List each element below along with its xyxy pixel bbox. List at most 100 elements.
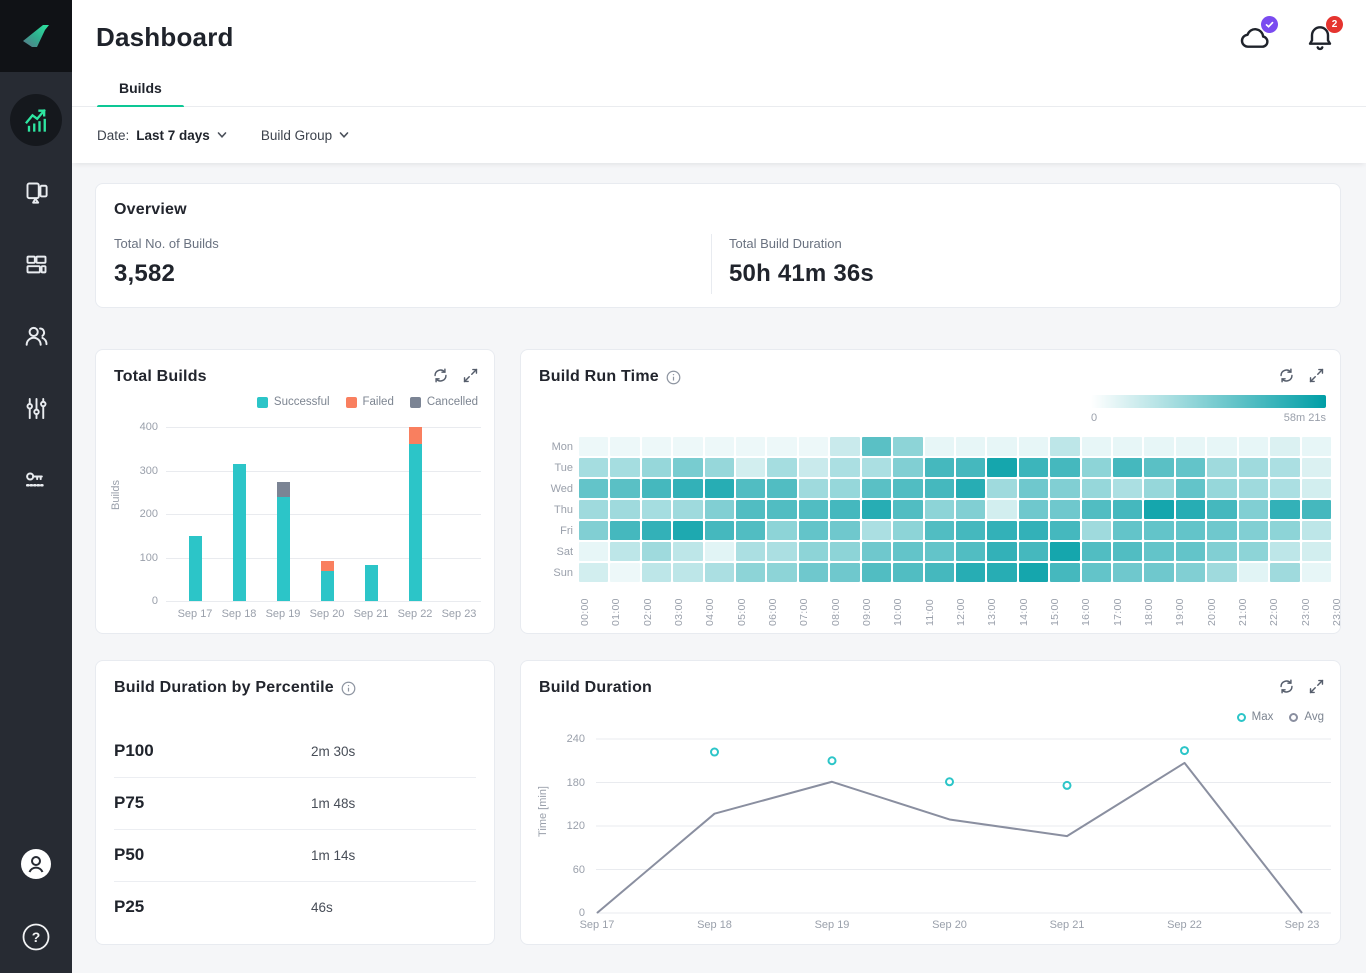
heatmap-cell-thu-10:00[interactable]: [893, 500, 922, 519]
heatmap-cell-mon-06:00[interactable]: [767, 437, 796, 456]
legend-item-failed[interactable]: Failed: [346, 396, 394, 408]
heatmap-cell-wed-12:00[interactable]: [956, 479, 985, 498]
heatmap-cell-sat-01:00[interactable]: [610, 542, 639, 561]
heatmap-cell-thu-21:00[interactable]: [1239, 500, 1268, 519]
info-icon[interactable]: [666, 370, 681, 385]
heatmap-cell-wed-21:00[interactable]: [1239, 479, 1268, 498]
heatmap-cell-fri-07:00[interactable]: [799, 521, 828, 540]
legend-item-successful[interactable]: Successful: [257, 396, 330, 408]
heatmap-cell-tue-07:00[interactable]: [799, 458, 828, 477]
sidebar-item-insights[interactable]: [10, 94, 62, 146]
heatmap-cell-mon-22:00[interactable]: [1270, 437, 1299, 456]
heatmap-cell-sun-23:00[interactable]: [1302, 563, 1331, 582]
heatmap-cell-thu-05:00[interactable]: [736, 500, 765, 519]
sidebar-item-organization[interactable]: [0, 310, 72, 362]
heatmap-cell-thu-23:00[interactable]: [1302, 500, 1331, 519]
heatmap-cell-sat-20:00[interactable]: [1207, 542, 1236, 561]
heatmap-cell-wed-18:00[interactable]: [1144, 479, 1173, 498]
app-logo[interactable]: [0, 0, 72, 72]
heatmap-cell-tue-10:00[interactable]: [893, 458, 922, 477]
heatmap-cell-tue-08:00[interactable]: [830, 458, 859, 477]
heatmap-cell-thu-12:00[interactable]: [956, 500, 985, 519]
heatmap-cell-sat-07:00[interactable]: [799, 542, 828, 561]
heatmap-cell-wed-15:00[interactable]: [1050, 479, 1079, 498]
heatmap-cell-mon-14:00[interactable]: [1019, 437, 1048, 456]
heatmap-cell-wed-04:00[interactable]: [705, 479, 734, 498]
heatmap-cell-sun-00:00[interactable]: [579, 563, 608, 582]
heatmap-cell-wed-03:00[interactable]: [673, 479, 702, 498]
heatmap-cell-wed-17:00[interactable]: [1113, 479, 1142, 498]
heatmap-cell-sun-03:00[interactable]: [673, 563, 702, 582]
heatmap-cell-thu-06:00[interactable]: [767, 500, 796, 519]
heatmap-cell-tue-01:00[interactable]: [610, 458, 639, 477]
heatmap-cell-thu-04:00[interactable]: [705, 500, 734, 519]
heatmap-cell-sun-17:00[interactable]: [1113, 563, 1142, 582]
heatmap-cell-sat-06:00[interactable]: [767, 542, 796, 561]
sidebar-item-add-ons[interactable]: [0, 238, 72, 290]
sync-status-button[interactable]: [1239, 22, 1271, 54]
heatmap-cell-fri-21:00[interactable]: [1239, 521, 1268, 540]
heatmap-cell-wed-23:00[interactable]: [1302, 479, 1331, 498]
heatmap-cell-sat-18:00[interactable]: [1144, 542, 1173, 561]
heatmap-cell-tue-13:00[interactable]: [987, 458, 1016, 477]
heatmap-cell-tue-17:00[interactable]: [1113, 458, 1142, 477]
heatmap-cell-fri-17:00[interactable]: [1113, 521, 1142, 540]
heatmap-cell-sat-21:00[interactable]: [1239, 542, 1268, 561]
sidebar-item-api-keys[interactable]: [0, 454, 72, 506]
heatmap-cell-sat-16:00[interactable]: [1082, 542, 1111, 561]
heatmap-cell-mon-07:00[interactable]: [799, 437, 828, 456]
heatmap-cell-fri-04:00[interactable]: [705, 521, 734, 540]
heatmap-cell-sun-06:00[interactable]: [767, 563, 796, 582]
heatmap-cell-mon-09:00[interactable]: [862, 437, 891, 456]
heatmap-cell-sat-03:00[interactable]: [673, 542, 702, 561]
expand-icon[interactable]: [462, 367, 479, 384]
heatmap-cell-sat-19:00[interactable]: [1176, 542, 1205, 561]
heatmap-cell-fri-02:00[interactable]: [642, 521, 671, 540]
heatmap-cell-wed-20:00[interactable]: [1207, 479, 1236, 498]
heatmap-cell-thu-13:00[interactable]: [987, 500, 1016, 519]
heatmap-cell-fri-05:00[interactable]: [736, 521, 765, 540]
heatmap-cell-fri-09:00[interactable]: [862, 521, 891, 540]
heatmap-cell-tue-15:00[interactable]: [1050, 458, 1079, 477]
heatmap-cell-mon-23:00[interactable]: [1302, 437, 1331, 456]
heatmap-cell-sat-14:00[interactable]: [1019, 542, 1048, 561]
heatmap-cell-sat-12:00[interactable]: [956, 542, 985, 561]
heatmap-cell-sat-22:00[interactable]: [1270, 542, 1299, 561]
heatmap-cell-sun-19:00[interactable]: [1176, 563, 1205, 582]
heatmap-cell-tue-14:00[interactable]: [1019, 458, 1048, 477]
heatmap-cell-sat-13:00[interactable]: [987, 542, 1016, 561]
heatmap-cell-fri-06:00[interactable]: [767, 521, 796, 540]
heatmap-cell-thu-22:00[interactable]: [1270, 500, 1299, 519]
heatmap-cell-fri-01:00[interactable]: [610, 521, 639, 540]
heatmap-cell-sun-01:00[interactable]: [610, 563, 639, 582]
heatmap-cell-fri-16:00[interactable]: [1082, 521, 1111, 540]
heatmap-cell-sun-02:00[interactable]: [642, 563, 671, 582]
max-data-point[interactable]: [829, 757, 836, 764]
heatmap-cell-mon-15:00[interactable]: [1050, 437, 1079, 456]
refresh-icon[interactable]: [1278, 678, 1295, 695]
heatmap-cell-mon-08:00[interactable]: [830, 437, 859, 456]
heatmap-cell-tue-11:00[interactable]: [925, 458, 954, 477]
heatmap-cell-wed-00:00[interactable]: [579, 479, 608, 498]
heatmap-cell-fri-12:00[interactable]: [956, 521, 985, 540]
heatmap-cell-sat-11:00[interactable]: [925, 542, 954, 561]
heatmap-cell-sun-16:00[interactable]: [1082, 563, 1111, 582]
heatmap-cell-mon-16:00[interactable]: [1082, 437, 1111, 456]
legend-item-avg[interactable]: Avg: [1289, 711, 1324, 723]
heatmap-cell-fri-13:00[interactable]: [987, 521, 1016, 540]
heatmap-cell-tue-22:00[interactable]: [1270, 458, 1299, 477]
heatmap-cell-mon-03:00[interactable]: [673, 437, 702, 456]
heatmap-cell-tue-20:00[interactable]: [1207, 458, 1236, 477]
heatmap-cell-sun-08:00[interactable]: [830, 563, 859, 582]
heatmap-cell-tue-18:00[interactable]: [1144, 458, 1173, 477]
heatmap-cell-fri-22:00[interactable]: [1270, 521, 1299, 540]
heatmap-cell-mon-20:00[interactable]: [1207, 437, 1236, 456]
heatmap-cell-wed-14:00[interactable]: [1019, 479, 1048, 498]
heatmap-cell-wed-13:00[interactable]: [987, 479, 1016, 498]
heatmap-cell-thu-02:00[interactable]: [642, 500, 671, 519]
heatmap-cell-tue-06:00[interactable]: [767, 458, 796, 477]
heatmap-cell-mon-17:00[interactable]: [1113, 437, 1142, 456]
heatmap-cell-sun-20:00[interactable]: [1207, 563, 1236, 582]
heatmap-cell-tue-12:00[interactable]: [956, 458, 985, 477]
heatmap-cell-fri-00:00[interactable]: [579, 521, 608, 540]
